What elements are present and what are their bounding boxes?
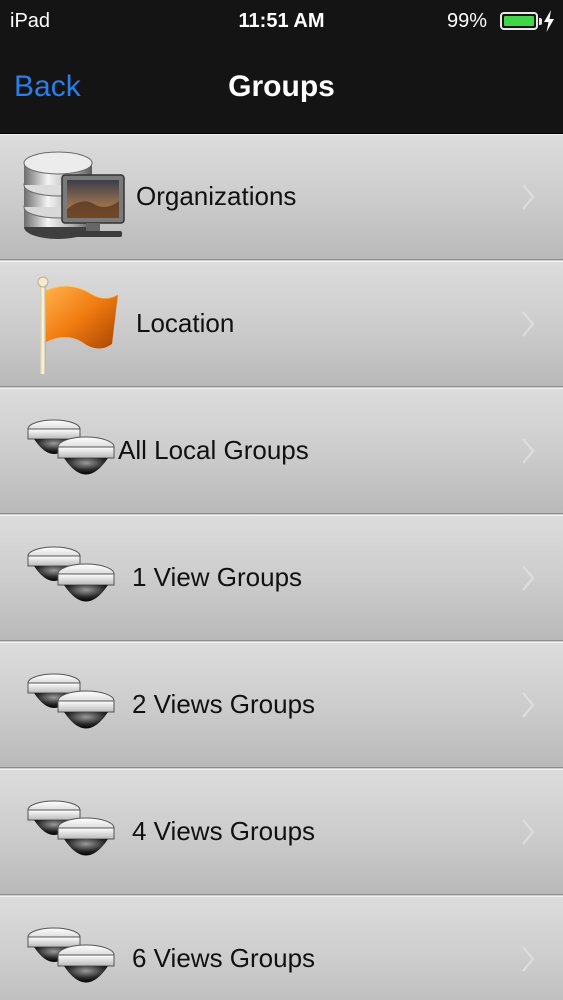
list-item-2-views-groups[interactable]: 2 Views Groups <box>0 642 563 768</box>
list-item-label: 2 Views Groups <box>132 689 316 719</box>
status-bar: iPad 11:51 AM 99% <box>0 0 563 44</box>
screen: iPad 11:51 AM 99% Back Groups Organizati… <box>0 0 563 1000</box>
list-item-6-views-groups[interactable]: 6 Views Groups <box>0 896 563 1000</box>
orange-flag-icon <box>37 276 119 374</box>
dome-cameras-icon <box>27 800 115 856</box>
list-item-organizations[interactable]: Organizations <box>0 134 563 260</box>
chevron-right-icon <box>522 565 535 591</box>
battery-fill <box>504 16 534 26</box>
database-computer-icon <box>23 151 125 239</box>
list-item-label: 1 View Groups <box>132 562 303 592</box>
dome-cameras-icon <box>27 927 115 983</box>
chevron-right-icon <box>522 692 535 718</box>
dome-cameras-icon <box>27 546 115 602</box>
chevron-right-icon <box>522 819 535 845</box>
list-item-4-views-groups[interactable]: 4 Views Groups <box>0 769 563 895</box>
chevron-right-icon <box>522 946 535 972</box>
dome-cameras-icon <box>27 673 115 729</box>
list-item-label: Location <box>136 308 235 338</box>
dome-cameras-icon <box>27 419 115 475</box>
list-item-label: All Local Groups <box>118 435 309 465</box>
list-item-1-view-groups[interactable]: 1 View Groups <box>0 515 563 641</box>
battery-icon <box>500 12 542 30</box>
page-title: Groups <box>228 70 335 103</box>
list-item-label: 4 Views Groups <box>132 816 316 846</box>
chevron-right-icon <box>522 311 535 337</box>
list-item-location[interactable]: Location <box>0 261 563 387</box>
chevron-right-icon <box>522 438 535 464</box>
battery-nub <box>539 18 542 25</box>
navigation-bar: Back Groups <box>0 44 563 134</box>
chevron-right-icon <box>522 184 535 210</box>
list-item-label: Organizations <box>136 181 297 211</box>
lightning-bolt-icon <box>544 10 554 32</box>
battery-percent: 99% <box>446 10 487 32</box>
list-item-label: 6 Views Groups <box>132 943 316 973</box>
groups-list: Organizations Location All Local Groups … <box>0 134 563 1000</box>
list-item-all-local-groups[interactable]: All Local Groups <box>0 388 563 514</box>
